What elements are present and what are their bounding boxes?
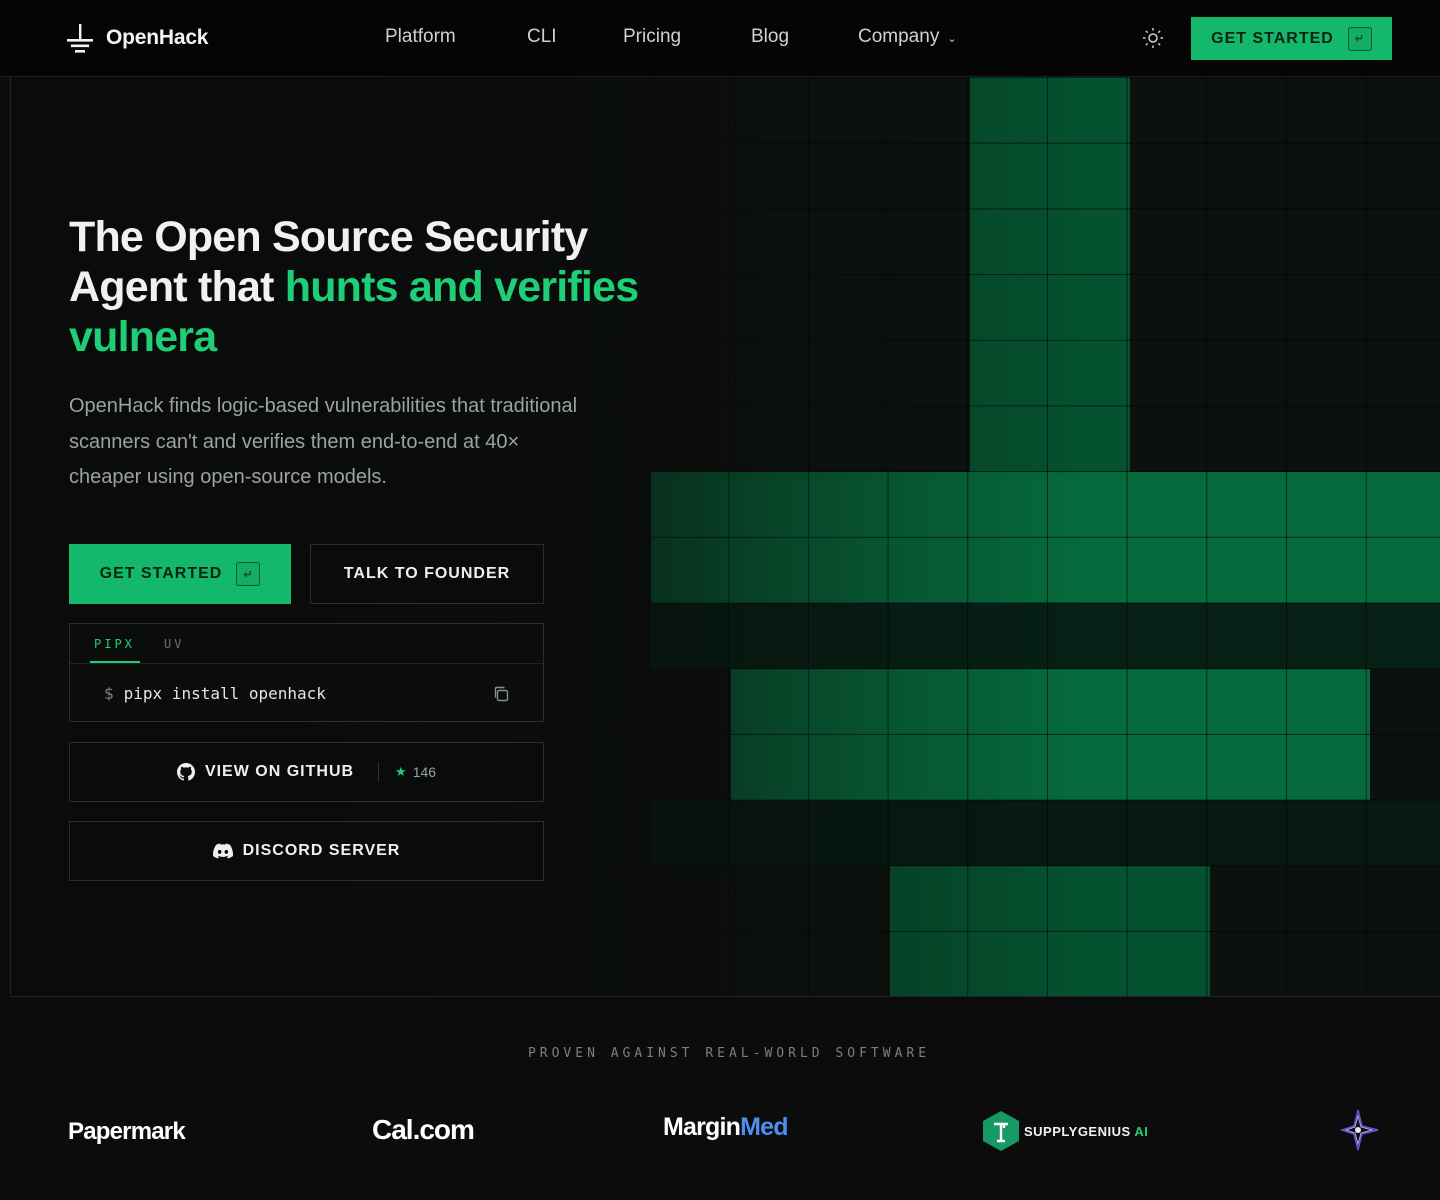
logo-calcom: Cal.com: [372, 1114, 475, 1145]
nav-link-cli[interactable]: CLI: [527, 26, 557, 48]
install-tabs: PIPX UV: [70, 624, 543, 664]
hero-subtitle: OpenHack finds logic-based vulnerabiliti…: [69, 395, 578, 488]
install-command: $ pipx install openhack: [104, 684, 326, 703]
logo-supplygenius-text: SUPPLYGENIUS AI: [1024, 1124, 1148, 1139]
chevron-down-icon: ⌄: [947, 33, 957, 45]
proven-heading: PROVEN AGAINST REAL-WORLD SOFTWARE: [527, 1046, 931, 1061]
divider: [378, 762, 380, 782]
get-started-label: GET STARTED: [99, 565, 223, 582]
ground-icon: [67, 24, 93, 53]
github-star-count: 146: [412, 764, 437, 780]
enter-key-icon: ↵: [236, 562, 261, 586]
logo-papermark: Papermark: [68, 1118, 186, 1145]
logo-supplygenius: SUPPLYGENIUS AI: [982, 1110, 1148, 1152]
top-navigation: OpenHack Platform CLI Pricing Blog Compa…: [0, 0, 1440, 77]
nav-link-blog[interactable]: Blog: [751, 26, 789, 48]
discord-icon: [212, 843, 233, 859]
hero-headline: The Open Source Security Agent that hunt…: [69, 212, 689, 362]
tab-pipx[interactable]: PIPX: [94, 637, 135, 651]
github-stars: ★ 146: [395, 764, 436, 780]
logo-marginmed-margin: Margin: [663, 1113, 741, 1141]
brand-logo[interactable]: OpenHack: [66, 22, 208, 54]
get-started-nav-button[interactable]: GET STARTED ↵: [1191, 17, 1392, 60]
tab-uv[interactable]: UV: [164, 637, 184, 651]
logo-supplygenius-name: SUPPLYGENIUS: [1024, 1123, 1131, 1139]
nav-link-pricing[interactable]: Pricing: [623, 26, 681, 48]
star-logo-icon: [1340, 1109, 1379, 1151]
discord-server-label: DISCORD SERVER: [242, 842, 401, 859]
brand-name: OpenHack: [106, 26, 209, 49]
logo-marginmed: MarginMed: [663, 1113, 789, 1142]
sun-icon[interactable]: [1141, 26, 1165, 50]
get-started-nav-label: GET STARTED: [1211, 29, 1334, 47]
nav-link-platform[interactable]: Platform: [385, 26, 456, 48]
copy-icon[interactable]: [492, 685, 510, 703]
install-command-text: pipx install openhack: [123, 684, 326, 703]
customer-logos: Papermark Cal.com MarginMed SUPPLYGENIUS…: [0, 1100, 1440, 1170]
discord-server-button[interactable]: DISCORD SERVER: [69, 821, 544, 881]
star-icon: ★: [395, 764, 407, 779]
talk-to-founder-button[interactable]: TALK TO FOUNDER: [310, 544, 544, 604]
supplygenius-hexagon-icon: [983, 1111, 1019, 1151]
active-tab-indicator: [90, 661, 140, 663]
install-command-box: PIPX UV $ pipx install openhack: [69, 623, 544, 722]
nav-link-company-label: Company: [858, 26, 940, 47]
view-on-github-label: VIEW ON GITHUB: [204, 763, 355, 780]
nav-link-company[interactable]: Company ⌄: [858, 26, 957, 48]
github-icon: [176, 763, 195, 781]
logo-marginmed-med: Med: [740, 1113, 788, 1141]
enter-key-icon: ↵: [1347, 26, 1372, 51]
logo-supplygenius-ai: AI: [1134, 1123, 1149, 1139]
hero-section: The Open Source Security Agent that hunt…: [10, 77, 1440, 997]
get-started-button[interactable]: GET STARTED ↵: [69, 544, 291, 604]
talk-to-founder-label: TALK TO FOUNDER: [343, 565, 511, 582]
shell-prompt: $: [104, 684, 114, 703]
view-on-github-button[interactable]: VIEW ON GITHUB ★ 146: [69, 742, 544, 802]
